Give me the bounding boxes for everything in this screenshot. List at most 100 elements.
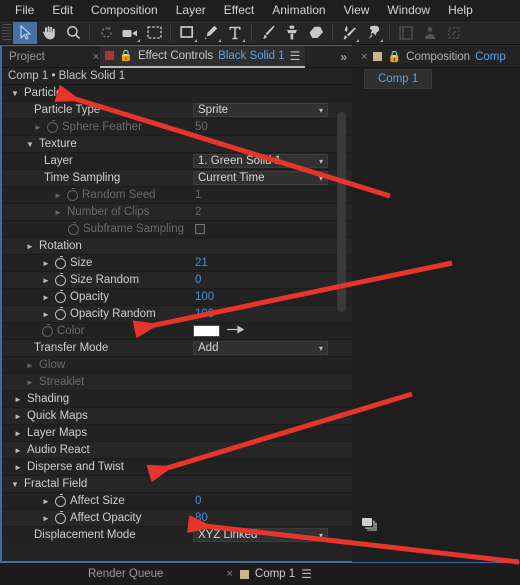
property-value[interactable]: 0 [195,495,201,507]
stopwatch-icon[interactable] [55,510,66,524]
texture-group[interactable]: ▼ Texture [2,136,352,153]
stopwatch-icon[interactable] [67,187,78,201]
toolbar-grip[interactable] [2,24,11,41]
stopwatch-icon[interactable] [55,493,66,507]
twirl-right-icon[interactable]: ► [34,123,43,132]
property-value[interactable]: 100 [195,308,214,320]
brush-tool[interactable] [256,22,280,44]
streaklet-group[interactable]: ► Streaklet [2,374,352,391]
property-dropdown[interactable]: Sprite ▾ [193,103,328,117]
size-random-row[interactable]: ► Size Random 0 [2,272,352,289]
subframe-sampling-row[interactable]: Subframe Sampling [2,221,352,238]
hand-tool[interactable] [37,22,61,44]
menu-item-help[interactable]: Help [439,0,482,20]
particle-group[interactable]: ▼ Particle [2,85,352,102]
twirl-down-icon[interactable]: ▼ [11,480,20,489]
property-value[interactable]: 21 [195,257,208,269]
twirl-right-icon[interactable]: ► [14,395,23,404]
selection-tool[interactable] [13,21,37,44]
twirl-right-icon[interactable]: ► [54,208,63,217]
zoom-tool[interactable] [61,22,85,44]
audio-react-group[interactable]: ► Audio React [2,442,352,459]
affect-opacity-row[interactable]: ► Affect Opacity 80 [2,510,352,527]
twirl-right-icon[interactable]: ► [26,361,35,370]
roto-brush-tool[interactable] [337,22,361,44]
opacity-row[interactable]: ► Opacity 100 [2,289,352,306]
panel-menu-icon[interactable]: ☰ [290,49,301,63]
close-icon-composition[interactable]: × [360,51,368,63]
twirl-right-icon[interactable]: ► [14,446,23,455]
twirl-right-icon[interactable]: ► [42,497,51,506]
lock-icon-composition[interactable]: 🔒 [387,50,401,63]
lock-icon[interactable]: 🔒 [119,49,133,62]
shape-tool[interactable] [175,22,199,44]
twirl-right-icon[interactable]: ► [14,429,23,438]
transfer-mode-row[interactable]: Transfer Mode Add ▾ [2,340,352,357]
property-value[interactable]: 0 [195,274,201,286]
menu-item-file[interactable]: File [6,0,43,20]
twirl-right-icon[interactable]: ► [42,276,51,285]
property-value[interactable]: 80 [195,512,208,524]
size-row[interactable]: ► Size 21 [2,255,352,272]
align-panel-icon[interactable] [394,22,418,44]
tab-project[interactable]: Project [2,46,50,68]
menu-item-window[interactable]: Window [378,0,439,20]
puppet-pin-tool[interactable] [361,22,385,44]
comp1-tab-label[interactable]: Comp 1 [255,568,295,580]
quick-maps-group[interactable]: ► Quick Maps [2,408,352,425]
composition-viewer[interactable]: Comp 1 [352,68,520,562]
twirl-right-icon[interactable]: ► [54,191,63,200]
property-dropdown[interactable]: 1. Green Solid 1 ▾ [193,154,328,168]
stopwatch-icon[interactable] [55,255,66,269]
twirl-down-icon[interactable]: ▼ [26,140,35,149]
eraser-tool[interactable] [304,22,328,44]
menu-item-animation[interactable]: Animation [263,0,334,20]
affect-size-row[interactable]: ► Affect Size 0 [2,493,352,510]
paragraph-panel-icon[interactable] [442,22,466,44]
property-value[interactable]: 100 [195,291,214,303]
twirl-right-icon[interactable]: ► [26,242,35,251]
color-swatch[interactable] [193,325,220,337]
stopwatch-icon[interactable] [68,221,79,235]
time-sampling-row[interactable]: Time Sampling Current Time ▾ [2,170,352,187]
property-value[interactable]: 2 [195,206,201,218]
layers-icon[interactable] [362,518,378,537]
rotation-tool[interactable] [94,22,118,44]
pen-tool[interactable] [199,22,223,44]
sphere-feather-row[interactable]: ► Sphere Feather 50 [2,119,352,136]
opacity-random-row[interactable]: ► Opacity Random 100 [2,306,352,323]
tab-composition[interactable]: 🔒 Composition Comp [368,46,510,68]
bottom-panel-menu-icon[interactable]: ☰ [301,567,312,581]
property-dropdown[interactable]: XYZ Linked ▾ [193,528,328,542]
glow-group[interactable]: ► Glow [2,357,352,374]
property-dropdown[interactable]: Add ▾ [193,341,328,355]
twirl-right-icon[interactable]: ► [14,412,23,421]
stopwatch-icon[interactable] [55,272,66,286]
property-list-scrollbar[interactable] [337,112,346,312]
twirl-right-icon[interactable]: ► [42,259,51,268]
menu-item-layer[interactable]: Layer [167,0,215,20]
shading-group[interactable]: ► Shading [2,391,352,408]
region-of-interest-tool[interactable] [142,22,166,44]
twirl-right-icon[interactable]: ► [14,463,23,472]
more-tabs-icon[interactable]: » [340,50,347,64]
camera-tool[interactable] [118,22,142,44]
character-panel-icon[interactable] [418,22,442,44]
twirl-right-icon[interactable]: ► [42,310,51,319]
twirl-right-icon[interactable]: ► [42,293,51,302]
random-seed-row[interactable]: ► Random Seed 1 [2,187,352,204]
tab-effect-controls[interactable]: 🔒 Effect Controls Black Solid 1 ☰ [100,45,306,68]
particle-type-row[interactable]: Particle Type Sprite ▾ [2,102,352,119]
number-of-clips-row[interactable]: ► Number of Clips 2 [2,204,352,221]
property-dropdown[interactable]: Current Time ▾ [193,171,328,185]
close-icon-comp1[interactable]: × [225,568,233,580]
color-row[interactable]: Color [2,323,352,340]
stopwatch-icon[interactable] [55,289,66,303]
menu-item-composition[interactable]: Composition [82,0,167,20]
fractal-field-group[interactable]: ▼ Fractal Field [2,476,352,493]
twirl-right-icon[interactable]: ► [42,514,51,523]
clone-stamp-tool[interactable] [280,22,304,44]
rotation-group[interactable]: ► Rotation [2,238,352,255]
twirl-down-icon[interactable]: ▼ [11,89,20,98]
property-value[interactable]: 50 [195,121,208,133]
